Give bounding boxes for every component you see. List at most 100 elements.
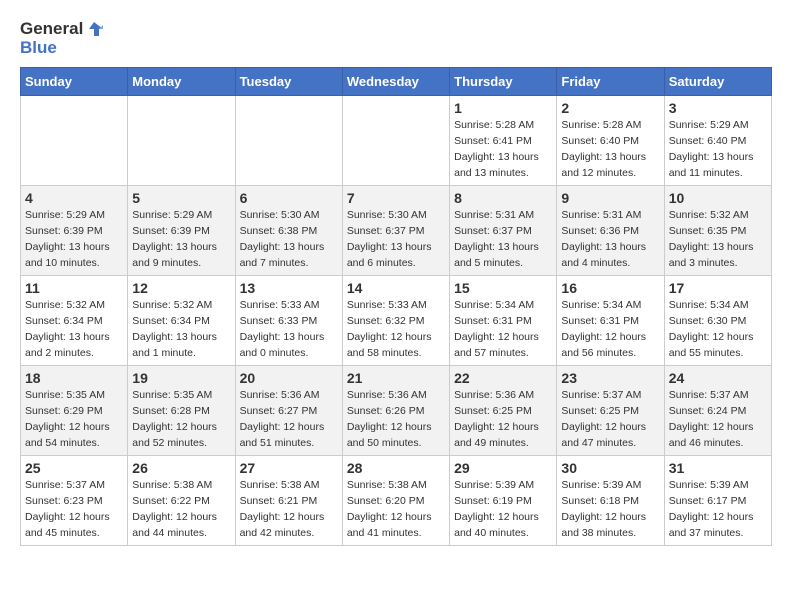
day-info: Sunrise: 5:29 AM Sunset: 6:39 PM Dayligh…	[25, 208, 123, 271]
calendar-cell: 16 Sunrise: 5:34 AM Sunset: 6:31 PM Dayli…	[557, 276, 664, 366]
calendar-cell: 25 Sunrise: 5:37 AM Sunset: 6:23 PM Dayli…	[21, 456, 128, 546]
day-number: 10	[669, 190, 767, 206]
day-number: 31	[669, 460, 767, 476]
day-number: 17	[669, 280, 767, 296]
calendar-cell: 13Sunrise: 5:33 AM Sunset: 6:33 PM Dayli…	[235, 276, 342, 366]
day-info: Sunrise: 5:32 AM Sunset: 6:34 PM Dayligh…	[25, 298, 123, 361]
weekday-header: Monday	[128, 68, 235, 96]
day-info: Sunrise: 5:37 AM Sunset: 6:23 PM Dayligh…	[25, 478, 123, 541]
day-info: Sunrise: 5:28 AM Sunset: 6:40 PM Dayligh…	[561, 118, 659, 181]
weekday-header: Sunday	[21, 68, 128, 96]
calendar-cell: 15 Sunrise: 5:34 AM Sunset: 6:31 PM Dayli…	[450, 276, 557, 366]
calendar-cell: 12 Sunrise: 5:32 AM Sunset: 6:34 PM Dayli…	[128, 276, 235, 366]
calendar-week-row: 11 Sunrise: 5:32 AM Sunset: 6:34 PM Dayli…	[21, 276, 772, 366]
day-number: 24	[669, 370, 767, 386]
day-info: Sunrise: 5:34 AM Sunset: 6:31 PM Dayligh…	[454, 298, 552, 361]
calendar-cell: 8Sunrise: 5:31 AM Sunset: 6:37 PM Daylig…	[450, 186, 557, 276]
calendar-cell: 10 Sunrise: 5:32 AM Sunset: 6:35 PM Dayli…	[664, 186, 771, 276]
logo-bird-icon	[85, 20, 103, 38]
day-info: Sunrise: 5:29 AM Sunset: 6:39 PM Dayligh…	[132, 208, 230, 271]
day-info: Sunrise: 5:35 AM Sunset: 6:29 PM Dayligh…	[25, 388, 123, 451]
calendar-cell: 27 Sunrise: 5:38 AM Sunset: 6:21 PM Dayli…	[235, 456, 342, 546]
day-info: Sunrise: 5:38 AM Sunset: 6:20 PM Dayligh…	[347, 478, 445, 541]
logo: General Blue	[20, 20, 103, 57]
calendar-cell: 11 Sunrise: 5:32 AM Sunset: 6:34 PM Dayli…	[21, 276, 128, 366]
weekday-header: Tuesday	[235, 68, 342, 96]
calendar-cell: 18Sunrise: 5:35 AM Sunset: 6:29 PM Dayli…	[21, 366, 128, 456]
day-number: 15	[454, 280, 552, 296]
calendar-cell: 14 Sunrise: 5:33 AM Sunset: 6:32 PM Dayli…	[342, 276, 449, 366]
day-number: 23	[561, 370, 659, 386]
day-number: 22	[454, 370, 552, 386]
day-number: 19	[132, 370, 230, 386]
calendar-cell	[342, 96, 449, 186]
day-number: 11	[25, 280, 123, 296]
calendar-cell: 5Sunrise: 5:29 AM Sunset: 6:39 PM Daylig…	[128, 186, 235, 276]
day-info: Sunrise: 5:38 AM Sunset: 6:21 PM Dayligh…	[240, 478, 338, 541]
calendar-cell: 3 Sunrise: 5:29 AM Sunset: 6:40 PM Daylig…	[664, 96, 771, 186]
day-number: 16	[561, 280, 659, 296]
day-info: Sunrise: 5:37 AM Sunset: 6:24 PM Dayligh…	[669, 388, 767, 451]
calendar-cell: 1 Sunrise: 5:28 AM Sunset: 6:41 PM Daylig…	[450, 96, 557, 186]
calendar-week-row: 18Sunrise: 5:35 AM Sunset: 6:29 PM Dayli…	[21, 366, 772, 456]
calendar-cell: 30 Sunrise: 5:39 AM Sunset: 6:18 PM Dayli…	[557, 456, 664, 546]
calendar-cell: 22 Sunrise: 5:36 AM Sunset: 6:25 PM Dayli…	[450, 366, 557, 456]
day-info: Sunrise: 5:36 AM Sunset: 6:25 PM Dayligh…	[454, 388, 552, 451]
day-number: 9	[561, 190, 659, 206]
weekday-header: Saturday	[664, 68, 771, 96]
calendar-cell: 28 Sunrise: 5:38 AM Sunset: 6:20 PM Dayli…	[342, 456, 449, 546]
calendar-cell: 17Sunrise: 5:34 AM Sunset: 6:30 PM Dayli…	[664, 276, 771, 366]
day-number: 30	[561, 460, 659, 476]
day-info: Sunrise: 5:39 AM Sunset: 6:17 PM Dayligh…	[669, 478, 767, 541]
page-header: General Blue	[20, 20, 772, 57]
day-info: Sunrise: 5:32 AM Sunset: 6:34 PM Dayligh…	[132, 298, 230, 361]
day-number: 20	[240, 370, 338, 386]
day-number: 12	[132, 280, 230, 296]
day-number: 21	[347, 370, 445, 386]
calendar-cell	[235, 96, 342, 186]
day-info: Sunrise: 5:30 AM Sunset: 6:37 PM Dayligh…	[347, 208, 445, 271]
day-info: Sunrise: 5:36 AM Sunset: 6:27 PM Dayligh…	[240, 388, 338, 451]
weekday-header: Thursday	[450, 68, 557, 96]
day-number: 13	[240, 280, 338, 296]
calendar-cell: 31 Sunrise: 5:39 AM Sunset: 6:17 PM Dayli…	[664, 456, 771, 546]
calendar-table: SundayMondayTuesdayWednesdayThursdayFrid…	[20, 67, 772, 546]
calendar-cell: 4 Sunrise: 5:29 AM Sunset: 6:39 PM Daylig…	[21, 186, 128, 276]
day-number: 3	[669, 100, 767, 116]
calendar-cell: 7Sunrise: 5:30 AM Sunset: 6:37 PM Daylig…	[342, 186, 449, 276]
calendar-cell: 23 Sunrise: 5:37 AM Sunset: 6:25 PM Dayli…	[557, 366, 664, 456]
calendar-cell: 19 Sunrise: 5:35 AM Sunset: 6:28 PM Dayli…	[128, 366, 235, 456]
day-number: 27	[240, 460, 338, 476]
day-info: Sunrise: 5:33 AM Sunset: 6:32 PM Dayligh…	[347, 298, 445, 361]
day-number: 25	[25, 460, 123, 476]
calendar-cell: 6 Sunrise: 5:30 AM Sunset: 6:38 PM Daylig…	[235, 186, 342, 276]
calendar-week-row: 25 Sunrise: 5:37 AM Sunset: 6:23 PM Dayli…	[21, 456, 772, 546]
calendar-cell: 2 Sunrise: 5:28 AM Sunset: 6:40 PM Daylig…	[557, 96, 664, 186]
calendar-cell: 9 Sunrise: 5:31 AM Sunset: 6:36 PM Daylig…	[557, 186, 664, 276]
calendar-week-row: 4 Sunrise: 5:29 AM Sunset: 6:39 PM Daylig…	[21, 186, 772, 276]
calendar-cell	[21, 96, 128, 186]
calendar-week-row: 1 Sunrise: 5:28 AM Sunset: 6:41 PM Daylig…	[21, 96, 772, 186]
day-info: Sunrise: 5:35 AM Sunset: 6:28 PM Dayligh…	[132, 388, 230, 451]
day-number: 4	[25, 190, 123, 206]
day-info: Sunrise: 5:28 AM Sunset: 6:41 PM Dayligh…	[454, 118, 552, 181]
day-info: Sunrise: 5:31 AM Sunset: 6:37 PM Dayligh…	[454, 208, 552, 271]
day-info: Sunrise: 5:32 AM Sunset: 6:35 PM Dayligh…	[669, 208, 767, 271]
day-number: 1	[454, 100, 552, 116]
weekday-header: Wednesday	[342, 68, 449, 96]
weekday-header-row: SundayMondayTuesdayWednesdayThursdayFrid…	[21, 68, 772, 96]
day-info: Sunrise: 5:30 AM Sunset: 6:38 PM Dayligh…	[240, 208, 338, 271]
logo-blue: Blue	[20, 39, 103, 58]
day-number: 14	[347, 280, 445, 296]
day-info: Sunrise: 5:37 AM Sunset: 6:25 PM Dayligh…	[561, 388, 659, 451]
day-info: Sunrise: 5:34 AM Sunset: 6:31 PM Dayligh…	[561, 298, 659, 361]
day-info: Sunrise: 5:39 AM Sunset: 6:18 PM Dayligh…	[561, 478, 659, 541]
day-info: Sunrise: 5:31 AM Sunset: 6:36 PM Dayligh…	[561, 208, 659, 271]
day-number: 28	[347, 460, 445, 476]
day-number: 6	[240, 190, 338, 206]
day-number: 2	[561, 100, 659, 116]
day-number: 26	[132, 460, 230, 476]
calendar-cell: 24 Sunrise: 5:37 AM Sunset: 6:24 PM Dayli…	[664, 366, 771, 456]
day-info: Sunrise: 5:29 AM Sunset: 6:40 PM Dayligh…	[669, 118, 767, 181]
calendar-cell: 20 Sunrise: 5:36 AM Sunset: 6:27 PM Dayli…	[235, 366, 342, 456]
